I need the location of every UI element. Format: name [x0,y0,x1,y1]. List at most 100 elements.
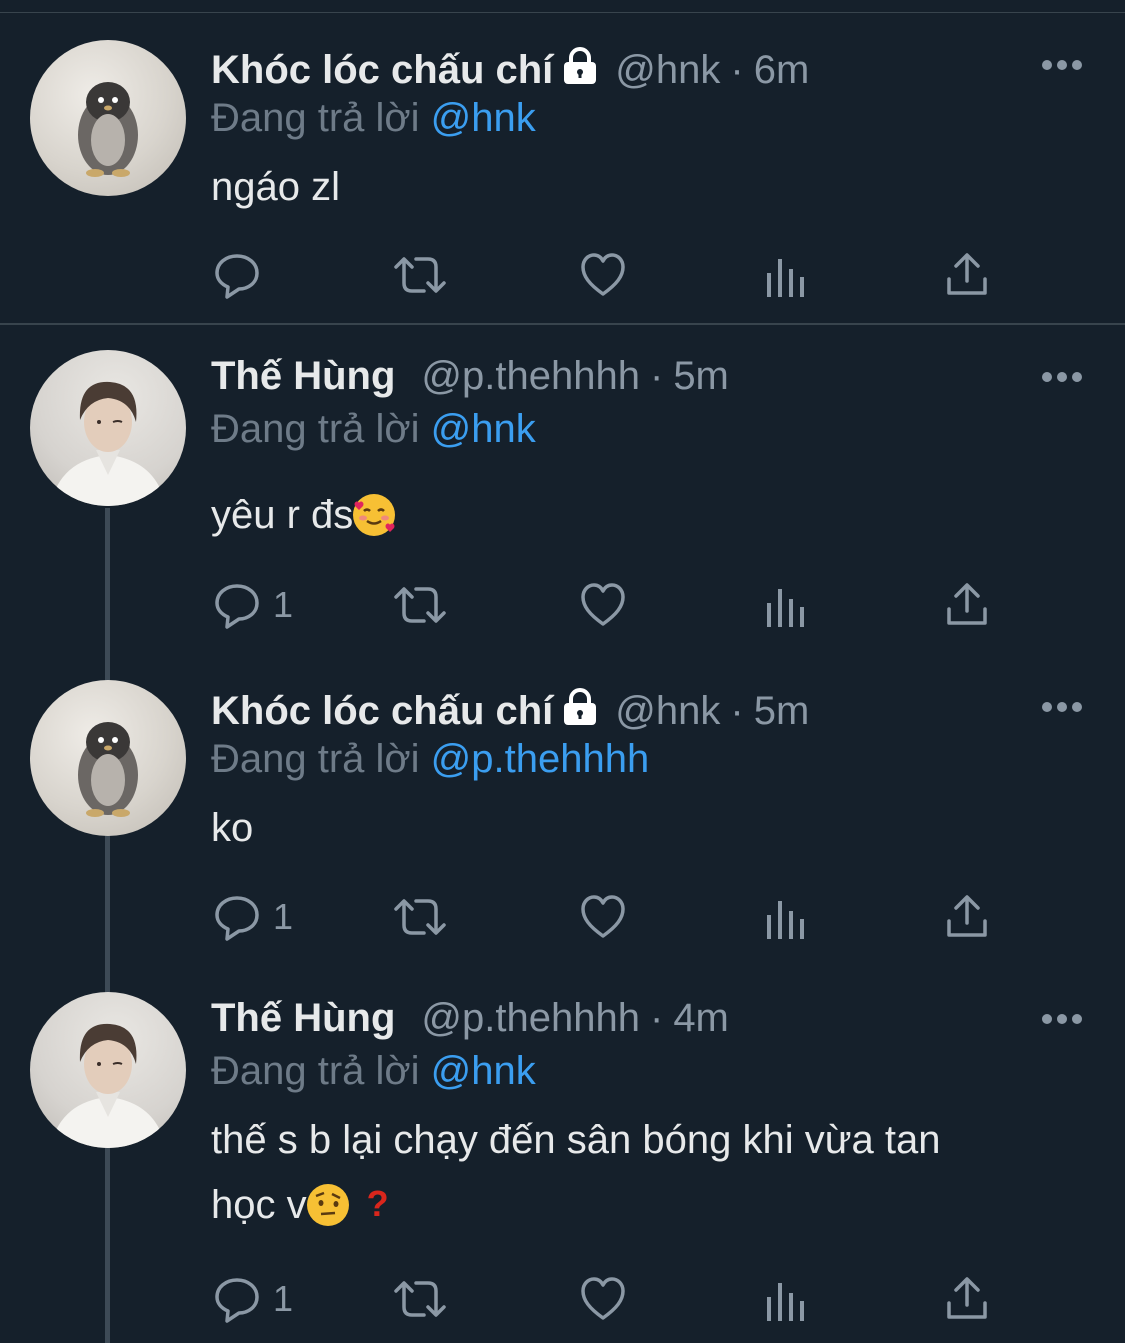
action-bar [0,250,1125,300]
separator-dot: · [730,689,744,733]
smiling-face-with-hearts-icon [353,494,396,536]
replying-prefix: Đang trả lời [211,1049,420,1093]
replying-to: Đang trả lời @hnk [211,404,536,454]
views-button[interactable] [765,892,807,942]
tweet-header: Khóc lóc chấu chí @hnk · 6m [211,45,809,98]
share-icon [947,895,987,937]
handle[interactable]: @hnk [615,48,720,92]
face-with-raised-eyebrow-icon [306,1184,349,1226]
share-button[interactable] [945,892,989,942]
retweet-button[interactable] [392,1274,448,1324]
reply-icon [215,1278,259,1323]
views-icon [767,901,804,939]
separator-dot: · [649,354,664,398]
reply-count: 1 [273,584,294,625]
tweet-text: yêu r đs [211,483,1071,547]
reply-button[interactable] [213,250,273,300]
lock-icon [559,46,601,98]
like-icon [581,1277,625,1320]
avatar[interactable] [30,680,186,836]
reply-icon [215,584,259,629]
retweet-button[interactable] [392,892,448,942]
mention-link[interactable]: @hnk [431,96,536,140]
avatar[interactable] [30,40,186,196]
share-icon [947,253,987,295]
like-button[interactable] [579,892,627,942]
action-bar: 1 [0,580,1125,630]
reply-count: 1 [273,1278,294,1319]
display-name[interactable]: Khóc lóc chấu chí [211,48,553,92]
red-question-mark-icon: ? [366,1183,389,1224]
reply-icon [215,896,259,941]
like-icon [581,253,625,296]
replying-to: Đang trả lời @hnk [211,93,536,143]
replying-to: Đang trả lời @p.thehhhh [211,734,649,784]
replying-to: Đang trả lời @hnk [211,1046,536,1096]
more-icon[interactable] [1042,372,1082,384]
retweet-icon [394,587,446,623]
timestamp[interactable]: 5m [754,689,810,733]
lock-icon [559,687,601,739]
avatar[interactable] [30,992,186,1148]
action-bar: 1 [0,1274,1125,1324]
reply-icon [215,254,259,299]
retweet-icon [394,1281,446,1317]
retweet-icon [394,899,446,935]
replying-prefix: Đang trả lời [211,737,420,781]
share-icon [947,1277,987,1319]
tweet-text: thế s b lại chạy đến sân bóng khi vừa ta… [211,1108,1071,1237]
tweet-text-content: yêu r đs [211,493,354,537]
top-divider [0,12,1125,13]
views-icon [767,1283,804,1321]
display-name[interactable]: Khóc lóc chấu chí [211,689,553,733]
share-button[interactable] [945,250,989,300]
mention-link[interactable]: @p.thehhhh [431,737,650,781]
tweet-header: Khóc lóc chấu chí @hnk · 5m [211,686,809,739]
like-icon [581,895,625,938]
replying-prefix: Đang trả lời [211,407,420,451]
views-button[interactable] [765,580,807,630]
reply-count: 1 [273,896,294,937]
more-icon[interactable] [1042,60,1082,72]
tweet-text: ko [211,806,254,850]
action-bar: 1 [0,892,1125,942]
tweet-text-line: thế s b lại chạy đến sân bóng khi vừa ta… [211,1118,941,1162]
display-name[interactable]: Thế Hùng [211,996,395,1040]
handle[interactable]: @p.thehhhh [421,354,640,398]
views-icon [767,589,804,627]
share-button[interactable] [945,1274,989,1324]
tweet-text-line: học v? [211,1172,1071,1237]
views-button[interactable] [765,250,807,300]
avatar[interactable] [30,350,186,506]
replying-prefix: Đang trả lời [211,96,420,140]
like-button[interactable] [579,1274,627,1324]
display-name[interactable]: Thế Hùng [211,354,395,398]
handle[interactable]: @p.thehhhh [421,996,640,1040]
retweet-icon [394,257,446,293]
handle[interactable]: @hnk [615,689,720,733]
views-button[interactable] [765,1274,807,1324]
mention-link[interactable]: @hnk [431,407,536,451]
share-button[interactable] [945,580,989,630]
separator-dot: · [649,996,664,1040]
like-icon [581,583,625,626]
like-button[interactable] [579,580,627,630]
reply-button[interactable]: 1 [213,1274,293,1324]
timestamp[interactable]: 4m [673,996,729,1040]
more-icon[interactable] [1042,702,1082,714]
tweet-divider [0,323,1125,325]
mention-link[interactable]: @hnk [431,1049,536,1093]
more-icon[interactable] [1042,1014,1082,1026]
retweet-button[interactable] [392,580,448,630]
like-button[interactable] [579,250,627,300]
timestamp[interactable]: 5m [673,354,729,398]
separator-dot: · [730,48,744,92]
retweet-button[interactable] [392,250,448,300]
tweet-header: Thế Hùng @p.thehhhh · 4m [211,993,729,1043]
tweet-text: ngáo zl [211,165,340,209]
reply-button[interactable]: 1 [213,892,293,942]
tweet-text-content: học v [211,1183,307,1227]
reply-button[interactable]: 1 [213,580,293,630]
tweet-header: Thế Hùng @p.thehhhh · 5m [211,351,729,401]
timestamp[interactable]: 6m [754,48,810,92]
